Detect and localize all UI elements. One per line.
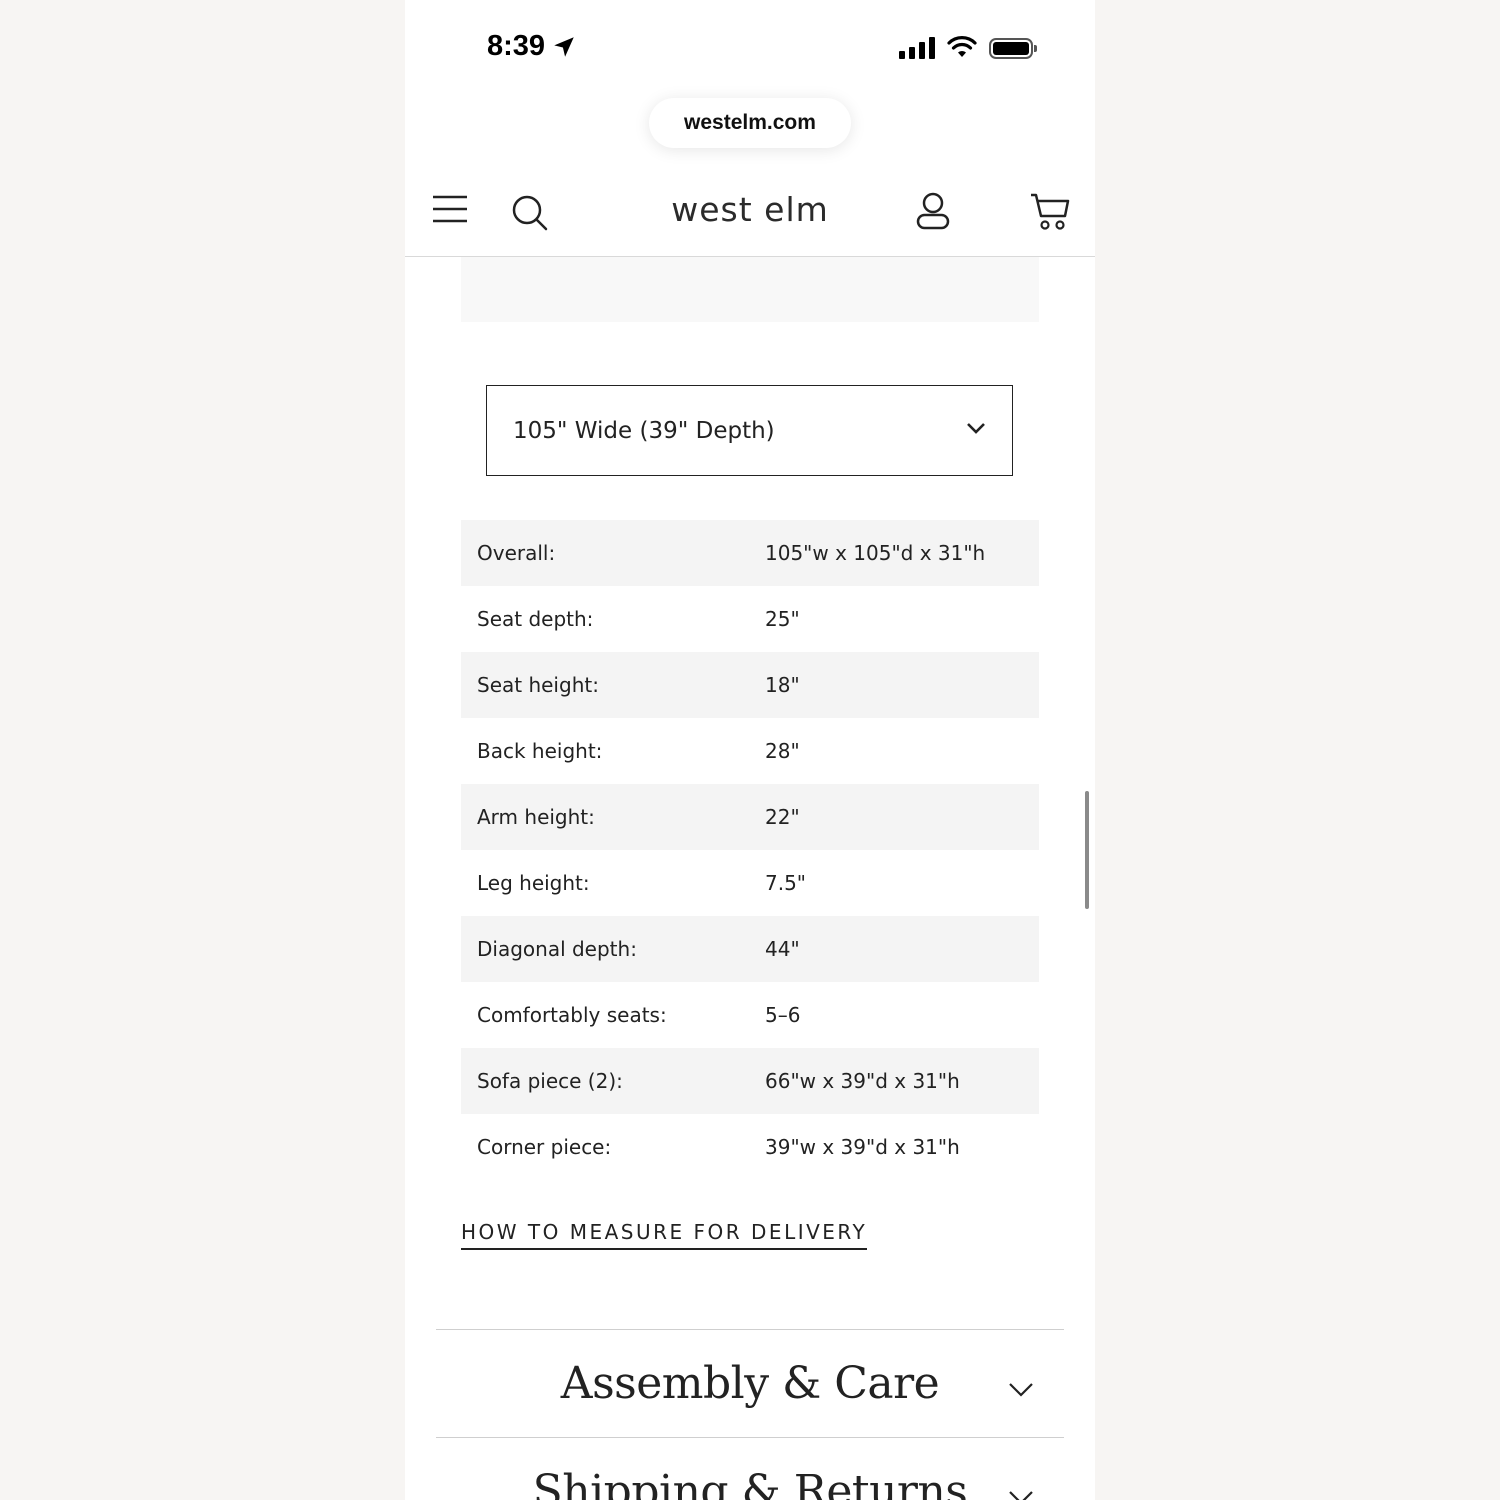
accordion-shipping-returns[interactable]: Shipping & Returns — [436, 1437, 1064, 1500]
cart-icon[interactable] — [1029, 192, 1071, 232]
dimension-value: 39"w x 39"d x 31"h — [765, 1135, 960, 1159]
table-row: Back height: 28" — [461, 718, 1039, 784]
dimensions-table: Overall: 105"w x 105"d x 31"h Seat depth… — [461, 520, 1039, 1180]
dimension-label: Seat height: — [477, 673, 599, 697]
table-row: Seat depth: 25" — [461, 586, 1039, 652]
cellular-signal-icon — [899, 37, 935, 59]
table-row: Comfortably seats: 5–6 — [461, 982, 1039, 1048]
dimension-label: Comfortably seats: — [477, 1003, 667, 1027]
table-row: Diagonal depth: 44" — [461, 916, 1039, 982]
size-select-value: 105" Wide (39" Depth) — [513, 417, 775, 444]
scrollbar[interactable] — [1085, 791, 1089, 909]
dimension-label: Arm height: — [477, 805, 595, 829]
product-image-area — [461, 257, 1039, 322]
phone-screen: 8:39 westelm.com west elm 105" Wide (39"… — [405, 0, 1095, 1500]
dimension-label: Back height: — [477, 739, 603, 763]
dimension-label: Leg height: — [477, 871, 590, 895]
chevron-down-icon — [1009, 1491, 1033, 1500]
table-row: Sofa piece (2): 66"w x 39"d x 31"h — [461, 1048, 1039, 1114]
table-row: Overall: 105"w x 105"d x 31"h — [461, 520, 1039, 586]
status-time: 8:39 — [487, 30, 577, 63]
chevron-down-icon — [1009, 1383, 1033, 1397]
table-row: Seat height: 18" — [461, 652, 1039, 718]
dimension-label: Sofa piece (2): — [477, 1069, 623, 1093]
wifi-icon — [947, 36, 977, 57]
accordion-title: Assembly & Care — [560, 1358, 940, 1409]
location-arrow-icon — [554, 36, 574, 57]
status-icons — [899, 36, 1037, 60]
dimension-label: Seat depth: — [477, 607, 594, 631]
dimension-value: 66"w x 39"d x 31"h — [765, 1069, 960, 1093]
dimension-value: 7.5" — [765, 871, 807, 895]
dimension-value: 18" — [765, 673, 800, 697]
chevron-down-icon — [967, 423, 985, 434]
dimension-value: 22" — [765, 805, 800, 829]
table-row: Corner piece: 39"w x 39"d x 31"h — [461, 1114, 1039, 1180]
dimension-label: Overall: — [477, 541, 556, 565]
size-select[interactable]: 105" Wide (39" Depth) — [486, 385, 1013, 476]
dimension-value: 5–6 — [765, 1003, 801, 1027]
site-logo[interactable]: west elm — [405, 190, 1095, 229]
url-text: westelm.com — [684, 111, 816, 134]
dimension-value: 25" — [765, 607, 800, 631]
table-row: Leg height: 7.5" — [461, 850, 1039, 916]
measure-for-delivery-link[interactable]: HOW TO MEASURE FOR DELIVERY — [461, 1220, 868, 1250]
table-row: Arm height: 22" — [461, 784, 1039, 850]
dimension-value: 44" — [765, 937, 800, 961]
battery-icon — [989, 37, 1037, 59]
dimension-label: Diagonal depth: — [477, 937, 637, 961]
status-time-text: 8:39 — [487, 30, 546, 62]
dimension-value: 105"w x 105"d x 31"h — [765, 541, 986, 565]
url-bar[interactable]: westelm.com — [649, 98, 851, 148]
account-icon[interactable] — [915, 192, 951, 230]
dimension-value: 28" — [765, 739, 800, 763]
accordion-assembly-care[interactable]: Assembly & Care — [436, 1329, 1064, 1438]
dimension-label: Corner piece: — [477, 1135, 612, 1159]
accordion-title: Shipping & Returns — [532, 1466, 968, 1500]
site-header: west elm — [405, 170, 1095, 257]
